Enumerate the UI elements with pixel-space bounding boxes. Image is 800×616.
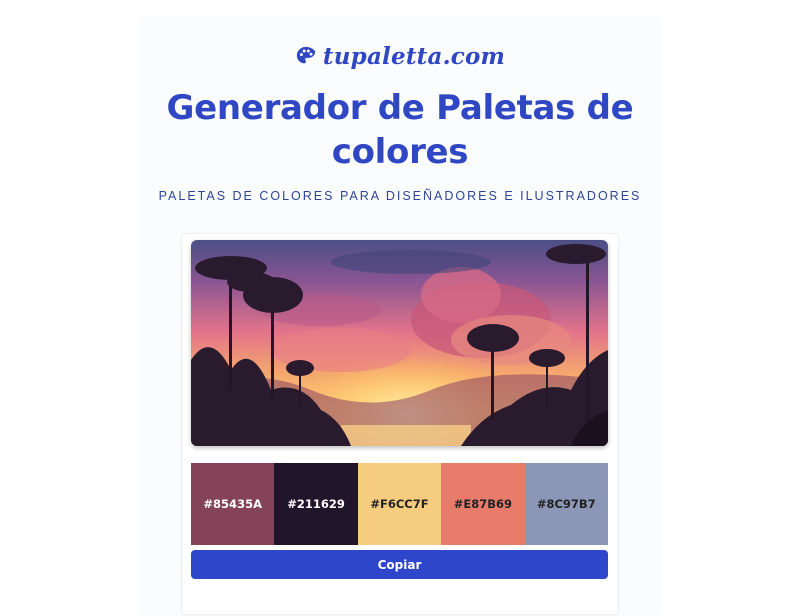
swatch-hex-label: #E87B69 bbox=[453, 497, 512, 511]
color-swatch-4[interactable]: #E87B69 bbox=[441, 463, 525, 545]
palette-source-image bbox=[191, 240, 608, 446]
brand-name[interactable]: tupaletta.com bbox=[323, 43, 505, 70]
copy-button[interactable]: Copiar bbox=[191, 550, 608, 579]
color-swatch-5[interactable]: #8C97B7 bbox=[524, 463, 608, 545]
swatch-hex-label: #8C97B7 bbox=[536, 497, 596, 511]
site-logo[interactable]: tupaletta.com bbox=[0, 36, 800, 76]
swatch-hex-label: #211629 bbox=[287, 497, 345, 511]
palette-icon bbox=[296, 46, 316, 64]
swatch-hex-label: #F6CC7F bbox=[370, 497, 429, 511]
color-swatch-3[interactable]: #F6CC7F bbox=[357, 463, 442, 545]
color-palette: #85435A #211629 #F6CC7F #E87B69 #8C97B7 bbox=[191, 463, 608, 545]
swatch-hex-label: #85435A bbox=[203, 497, 262, 511]
color-swatch-2[interactable]: #211629 bbox=[274, 463, 358, 545]
sunset-jungle-illustration bbox=[191, 240, 608, 446]
page-subtitle: PALETAS DE COLORES PARA DISEÑADORES E IL… bbox=[158, 189, 642, 203]
page-title: Generador de Paletas de colores bbox=[166, 88, 634, 172]
color-swatch-1[interactable]: #85435A bbox=[191, 463, 275, 545]
